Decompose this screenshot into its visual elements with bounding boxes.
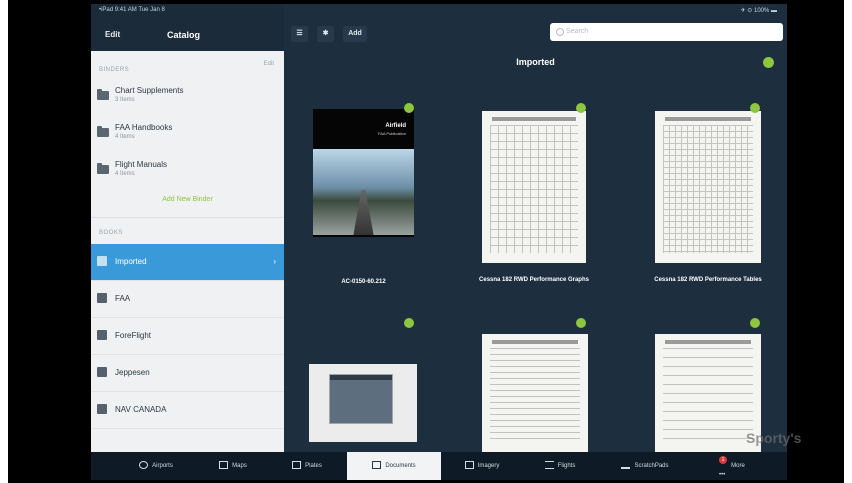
tab-more[interactable]: •••More <box>701 452 761 480</box>
book-icon <box>97 404 107 414</box>
book-icon <box>97 256 107 266</box>
status-right: ✈ ⊙ 100% ▬ <box>740 8 777 14</box>
sidebar-item-label: FAA <box>115 294 131 303</box>
tab-documents[interactable]: Documents <box>347 452 441 480</box>
sidebar-item-foreflight[interactable]: ForeFlight <box>91 318 284 355</box>
document-thumbnail[interactable]: Airfield FAA Publication <box>313 109 414 237</box>
book-icon <box>97 293 107 303</box>
document-label: Cessna 182 RWD Performance Tables <box>654 277 762 283</box>
document-thumbnail[interactable] <box>482 111 586 263</box>
folder-icon <box>97 89 109 100</box>
binder-count: 4 Items <box>115 171 135 177</box>
search-placeholder: Search <box>566 28 589 35</box>
binders-edit-button[interactable]: Edit <box>264 61 274 67</box>
tab-imagery[interactable]: Imagery <box>447 452 517 480</box>
add-button[interactable]: Add <box>343 26 367 42</box>
sidebar-item-nav-canada[interactable]: NAV CANADA <box>91 392 284 429</box>
notification-badge: 1 <box>719 456 727 464</box>
video-frame: Edit Catalog BINDERS Edit Chart Suppleme… <box>8 0 844 483</box>
list-icon: ☰ <box>296 30 303 37</box>
binder-flight-manuals[interactable]: Flight Manuals 4 Items <box>91 154 284 190</box>
downloaded-check-icon <box>750 103 760 113</box>
sidebar-item-jeppesen[interactable]: Jeppesen <box>91 355 284 392</box>
settings-button[interactable]: ✱ <box>317 26 334 42</box>
books-section-label: BOOKS <box>99 230 123 236</box>
tab-plates[interactable]: Plates <box>275 452 339 480</box>
tab-label: More <box>731 463 745 469</box>
binders-section-label: BINDERS <box>99 67 130 73</box>
document-label: AC-0150-60.212 <box>341 279 386 285</box>
downloaded-check-icon <box>750 318 760 328</box>
cover-photo <box>313 149 414 235</box>
tab-airports[interactable]: Airports <box>121 452 191 480</box>
status-bar: •iPad 9:41 AM Tue Jan 8 ✈ ⊙ 100% ▬ <box>91 4 787 18</box>
tab-label: Documents <box>385 463 416 469</box>
sidebar-title: Catalog <box>167 30 201 40</box>
documents-icon <box>372 461 382 470</box>
status-left: •iPad 9:41 AM Tue Jan 8 <box>99 7 165 13</box>
edit-button[interactable]: Edit <box>105 30 120 39</box>
search-input[interactable]: Search <box>550 23 783 41</box>
pencil-icon <box>621 461 631 470</box>
binder-chart-supplements[interactable]: Chart Supplements 3 Items <box>91 80 284 116</box>
map-icon <box>219 461 229 470</box>
binder-name: Chart Supplements <box>115 86 184 95</box>
search-icon <box>556 28 564 36</box>
tab-label: ScratchPads <box>634 463 669 469</box>
catalog-sidebar: Edit Catalog BINDERS Edit Chart Suppleme… <box>91 4 284 452</box>
ipad-screen: Edit Catalog BINDERS Edit Chart Suppleme… <box>91 4 787 480</box>
tab-label: Airports <box>152 463 173 469</box>
section-divider <box>91 217 284 218</box>
tab-flights[interactable]: Flights <box>527 452 593 480</box>
list-view-button[interactable]: ☰ <box>291 26 308 42</box>
sidebar-item-label: NAV CANADA <box>115 405 167 414</box>
cover-subtitle: FAA Publication <box>377 131 406 136</box>
folder-icon <box>97 163 109 174</box>
binder-count: 4 Items <box>115 134 135 140</box>
airport-icon <box>139 461 149 470</box>
book-icon <box>97 367 107 377</box>
binder-name: FAA Handbooks <box>115 123 173 132</box>
cover-title: Airfield <box>385 123 406 129</box>
folder-icon <box>97 126 109 137</box>
downloaded-check-icon <box>404 103 414 113</box>
gear-icon: ✱ <box>322 30 329 37</box>
page-title: Imported <box>516 57 555 67</box>
plate-icon <box>292 461 302 470</box>
tab-label: Imagery <box>477 463 500 469</box>
binder-name: Flight Manuals <box>115 160 168 169</box>
book-icon <box>97 330 107 340</box>
binder-faa-handbooks[interactable]: FAA Handbooks 4 Items <box>91 117 284 153</box>
downloaded-check-icon <box>576 318 586 328</box>
tab-label: Plates <box>305 463 322 469</box>
watermark-logo: Sporty's <box>746 430 802 446</box>
document-thumbnail[interactable] <box>482 334 588 452</box>
tab-label: Flights <box>557 463 576 469</box>
downloaded-check-icon <box>576 103 586 113</box>
downloaded-check-icon <box>404 318 414 328</box>
document-thumbnail[interactable] <box>309 364 417 442</box>
add-binder-button[interactable]: Add New Binder <box>91 196 284 203</box>
document-label: Cessna 182 RWD Performance Graphs <box>479 277 589 283</box>
sidebar-item-faa[interactable]: FAA <box>91 281 284 318</box>
airplane-icon <box>544 461 554 470</box>
binder-count: 3 Items <box>115 97 135 103</box>
chevron-right-icon: › <box>273 257 276 266</box>
document-thumbnail[interactable] <box>655 111 761 263</box>
sync-status-icon[interactable] <box>763 57 774 68</box>
sidebar-item-label: ForeFlight <box>115 331 152 340</box>
sidebar-item-imported[interactable]: Imported › <box>91 244 284 281</box>
bottom-tab-bar: Airports Maps Plates Documents Imagery F… <box>91 452 787 480</box>
tab-scratchpads[interactable]: ScratchPads <box>605 452 685 480</box>
tab-label: Maps <box>232 463 247 469</box>
sidebar-item-label: Jeppesen <box>115 368 150 377</box>
sidebar-item-label: Imported <box>115 257 147 266</box>
tab-maps[interactable]: Maps <box>201 452 265 480</box>
imagery-icon <box>464 461 474 470</box>
